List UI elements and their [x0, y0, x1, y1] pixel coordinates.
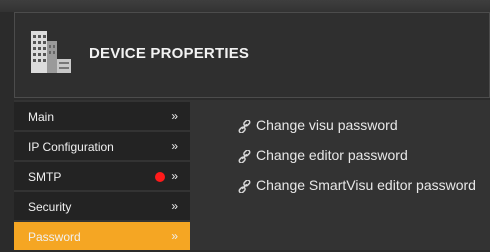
double-chevron-right-icon: »: [171, 229, 178, 243]
link-icon: [238, 180, 251, 193]
sidebar-item-label: Main: [28, 110, 55, 124]
sidebar-item-ip-configuration[interactable]: IP Configuration »: [14, 132, 190, 160]
sidebar-item-main[interactable]: Main »: [14, 102, 190, 130]
page-header: DEVICE PROPERTIES: [14, 12, 490, 98]
password-links: Change visu password Change editor passw…: [238, 117, 476, 207]
page-title: DEVICE PROPERTIES: [89, 45, 250, 62]
building-icon: [31, 31, 71, 73]
double-chevron-right-icon: »: [171, 139, 178, 153]
status-indicator-dot: [155, 172, 165, 182]
double-chevron-right-icon: »: [171, 199, 178, 213]
sidebar-item-password[interactable]: Password »: [14, 222, 190, 250]
sidebar-item-label: SMTP: [28, 170, 62, 184]
change-editor-password-link[interactable]: Change editor password: [238, 147, 476, 169]
link-icon: [238, 150, 251, 163]
double-chevron-right-icon: »: [171, 169, 178, 183]
double-chevron-right-icon: »: [171, 109, 178, 123]
link-label: Change editor password: [256, 147, 408, 163]
link-label: Change visu password: [256, 117, 398, 133]
sidebar-item-label: IP Configuration: [28, 140, 114, 154]
sidebar-item-security[interactable]: Security »: [14, 192, 190, 220]
link-label: Change SmartVisu editor password: [256, 177, 476, 193]
link-icon: [238, 120, 251, 133]
change-visu-password-link[interactable]: Change visu password: [238, 117, 476, 139]
window-top-bar: [0, 0, 490, 12]
sidebar-item-label: Security: [28, 200, 72, 214]
main-content: Main » IP Configuration » SMTP » Securit…: [14, 100, 490, 250]
sidebar-nav: Main » IP Configuration » SMTP » Securit…: [14, 102, 190, 252]
sidebar-item-label: Password: [28, 230, 81, 244]
change-smartvisu-editor-password-link[interactable]: Change SmartVisu editor password: [238, 177, 476, 199]
sidebar-item-smtp[interactable]: SMTP »: [14, 162, 190, 190]
